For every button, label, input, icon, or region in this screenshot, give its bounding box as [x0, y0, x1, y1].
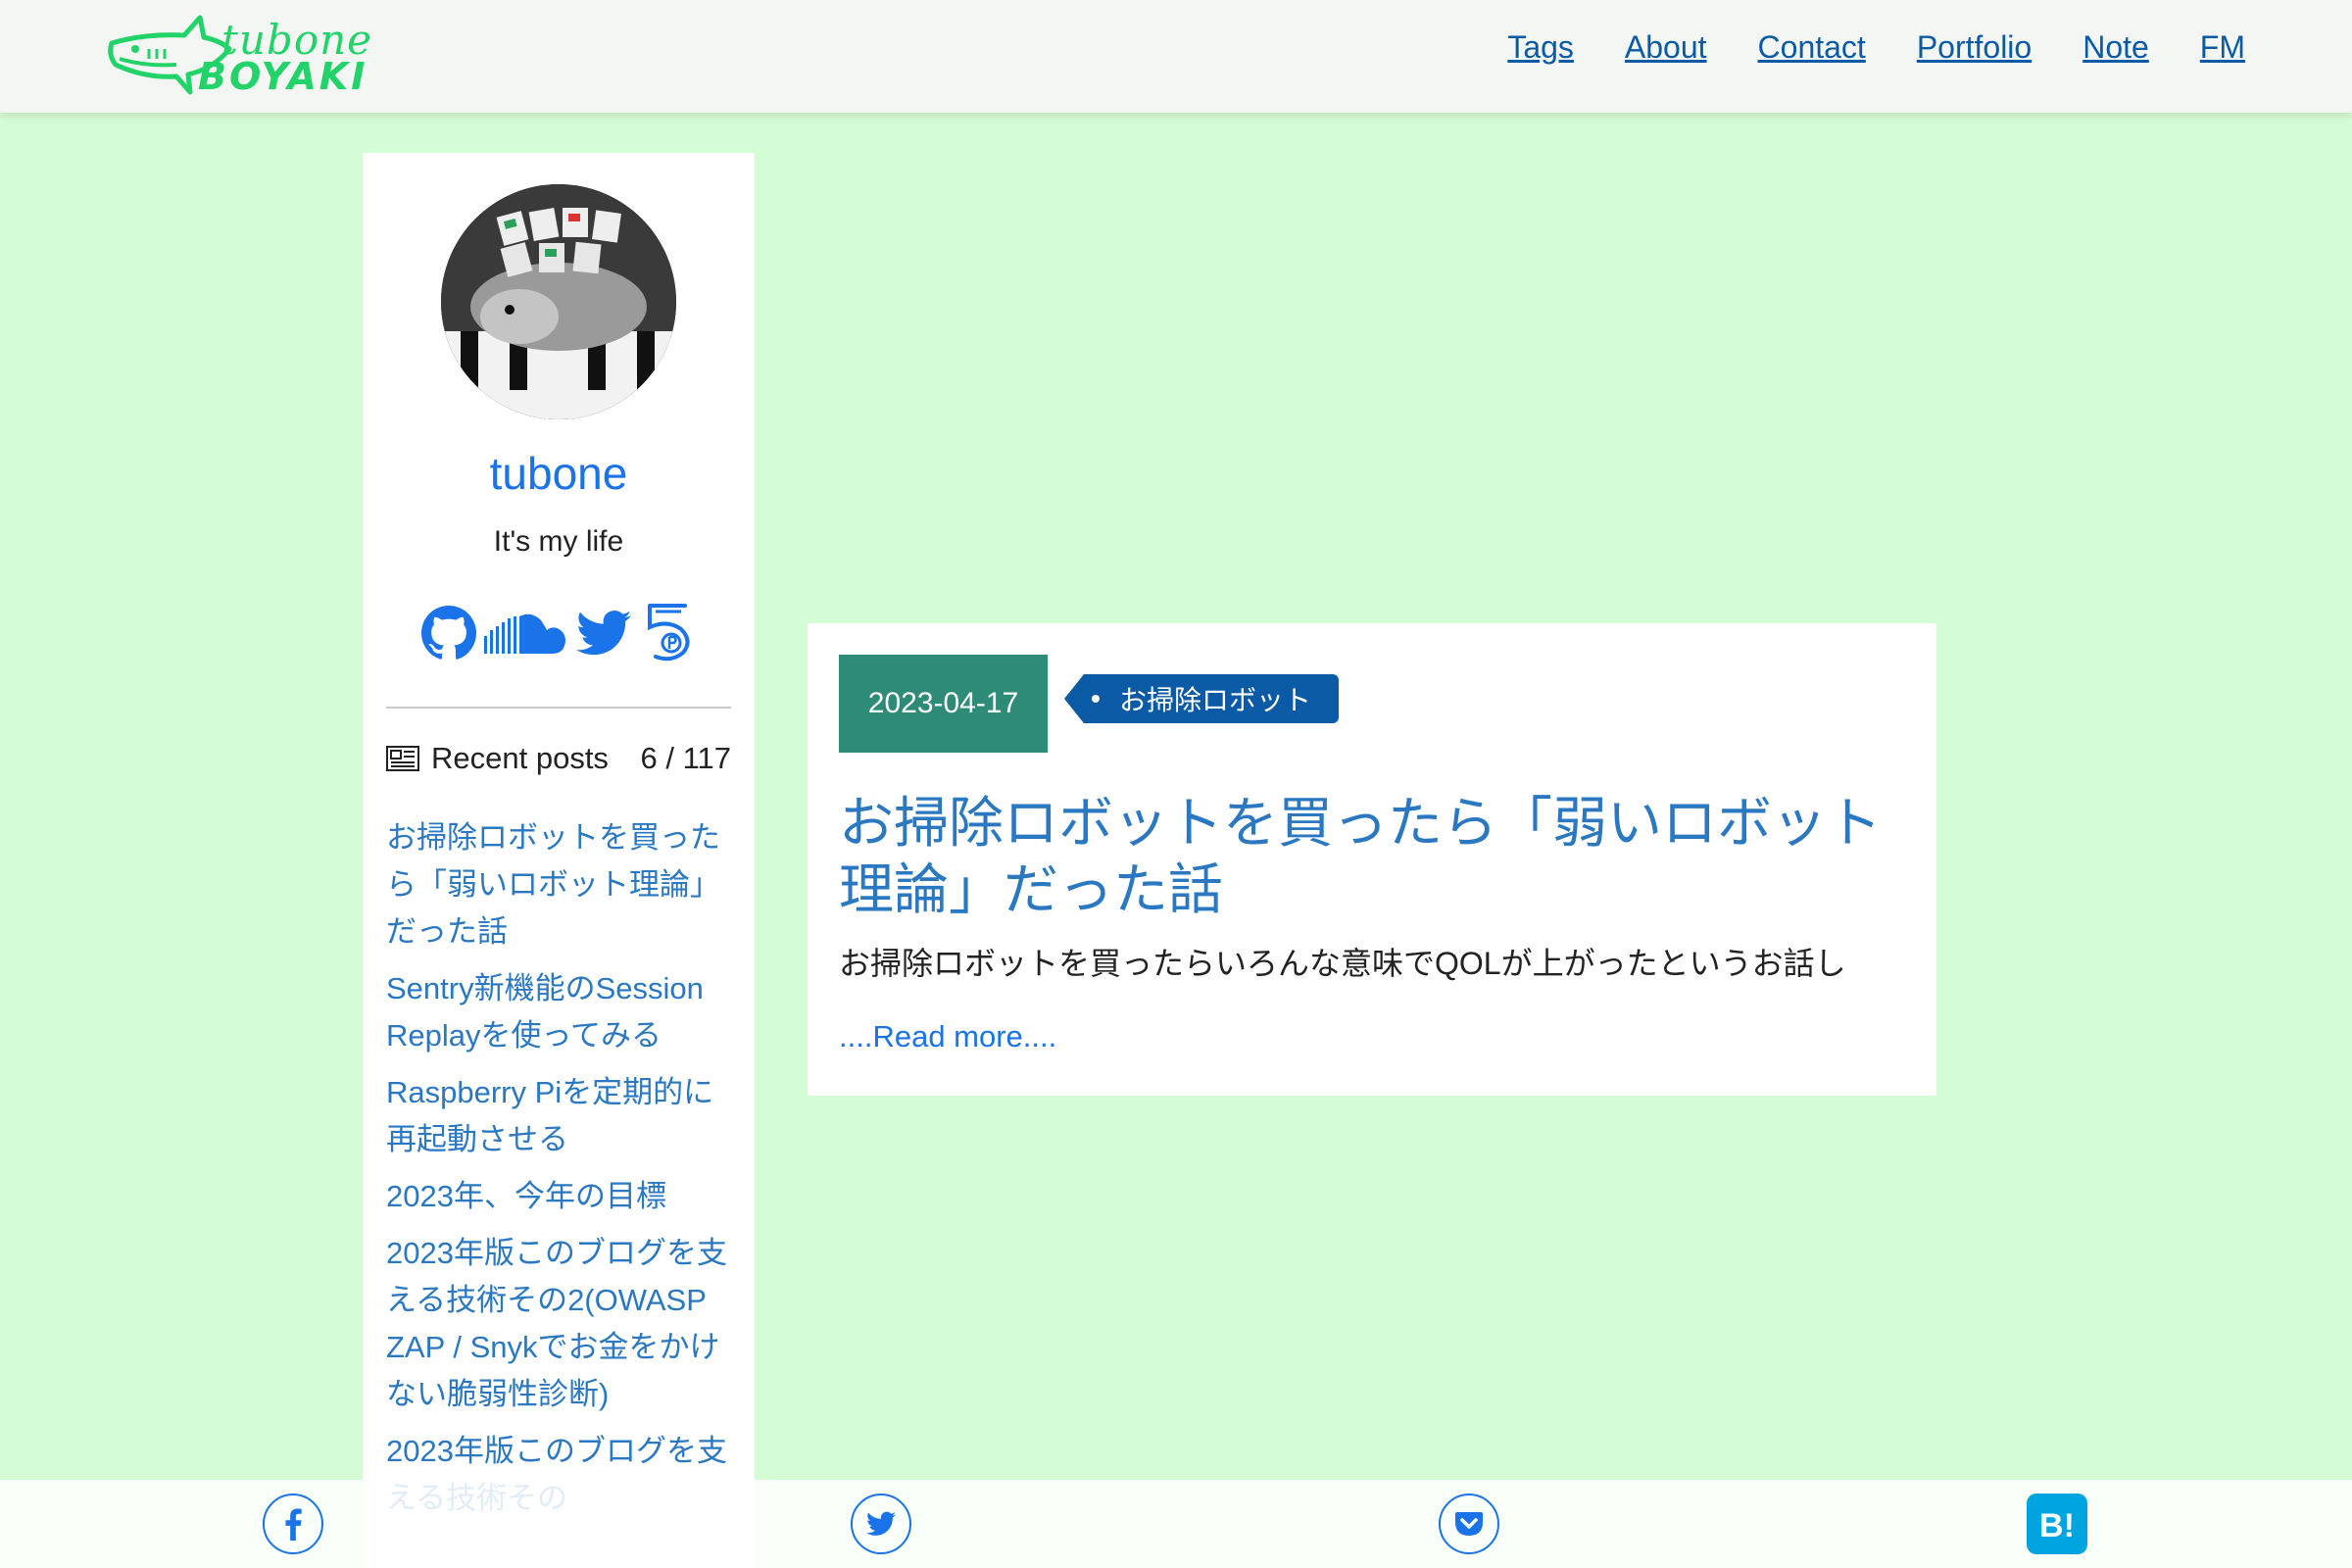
recent-post-link[interactable]: Sentry新機能のSession Replayを使ってみる	[386, 965, 739, 1059]
main-nav: Tags About Contact Portfolio Note FM	[1507, 29, 2245, 66]
pocket-icon[interactable]	[1439, 1494, 1499, 1554]
site-header: tubone BOYAKI Tags About Contact Portfol…	[0, 0, 2352, 113]
tag-body: お掃除ロボット	[1084, 674, 1340, 723]
sidebar: tubone It's my life Recent posts 6 / 117…	[363, 153, 755, 1568]
tag-dot	[1092, 695, 1100, 703]
read-more-link[interactable]: ....Read more....	[839, 1019, 1056, 1054]
recent-post-link[interactable]: お掃除ロボットを買ったら「弱いロボット理論」だった話	[386, 814, 739, 956]
facebook-icon[interactable]	[263, 1494, 323, 1554]
recent-post-link[interactable]: 2023年、今年の目標	[386, 1173, 739, 1220]
hatena-bookmark-icon[interactable]: B!	[2027, 1494, 2087, 1554]
logo-text-boyaki: BOYAKI	[198, 55, 368, 98]
site-logo[interactable]: tubone BOYAKI	[106, 10, 375, 100]
author-name[interactable]: tubone	[363, 447, 755, 500]
github-icon[interactable]	[419, 602, 478, 664]
tag-arrow	[1064, 674, 1084, 723]
newspaper-icon	[386, 746, 419, 771]
fm-icon[interactable]	[639, 602, 698, 664]
author-description: It's my life	[493, 525, 624, 558]
nav-fm[interactable]: FM	[2200, 29, 2245, 66]
twitter-icon[interactable]	[851, 1494, 911, 1554]
twitter-icon[interactable]	[574, 602, 633, 664]
share-bar: B!	[0, 1480, 2352, 1568]
post-tag[interactable]: お掃除ロボット	[1064, 674, 1340, 723]
recent-post-link[interactable]: 2023年版このブログを支える技術その2(OWASP ZAP / Snykでお金…	[386, 1230, 739, 1418]
avatar	[441, 184, 676, 419]
post-card: 2023-04-17 お掃除ロボット お掃除ロボットを買ったら「弱いロボット理論…	[808, 623, 1936, 1096]
recent-posts-count: 6 / 117	[640, 741, 731, 775]
sidebar-divider	[386, 707, 731, 709]
recent-posts-header: Recent posts 6 / 117	[386, 741, 731, 776]
nav-contact[interactable]: Contact	[1758, 29, 1866, 66]
recent-post-link[interactable]: Raspberry Piを定期的に再起動させる	[386, 1069, 739, 1163]
social-links	[419, 599, 698, 667]
post-date: 2023-04-17	[839, 655, 1048, 753]
post-title[interactable]: お掃除ロボットを買ったら「弱いロボット理論」だった話	[839, 790, 1907, 923]
nav-about[interactable]: About	[1625, 29, 1707, 66]
soundcloud-icon[interactable]	[484, 602, 568, 664]
tag-label: お掃除ロボット	[1119, 685, 1312, 715]
post-summary: お掃除ロボットを買ったらいろんな意味でQOLが上がったというお話し	[839, 946, 1846, 981]
recent-posts-label: Recent posts	[431, 741, 609, 775]
recent-posts-list: お掃除ロボットを買ったら「弱いロボット理論」だった話 Sentry新機能のSes…	[386, 814, 739, 1532]
nav-note[interactable]: Note	[2082, 29, 2149, 66]
nav-tags[interactable]: Tags	[1507, 29, 1574, 66]
avatar-image	[441, 184, 676, 419]
svg-text:B!: B!	[2039, 1507, 2075, 1544]
nav-portfolio[interactable]: Portfolio	[1917, 29, 2032, 66]
